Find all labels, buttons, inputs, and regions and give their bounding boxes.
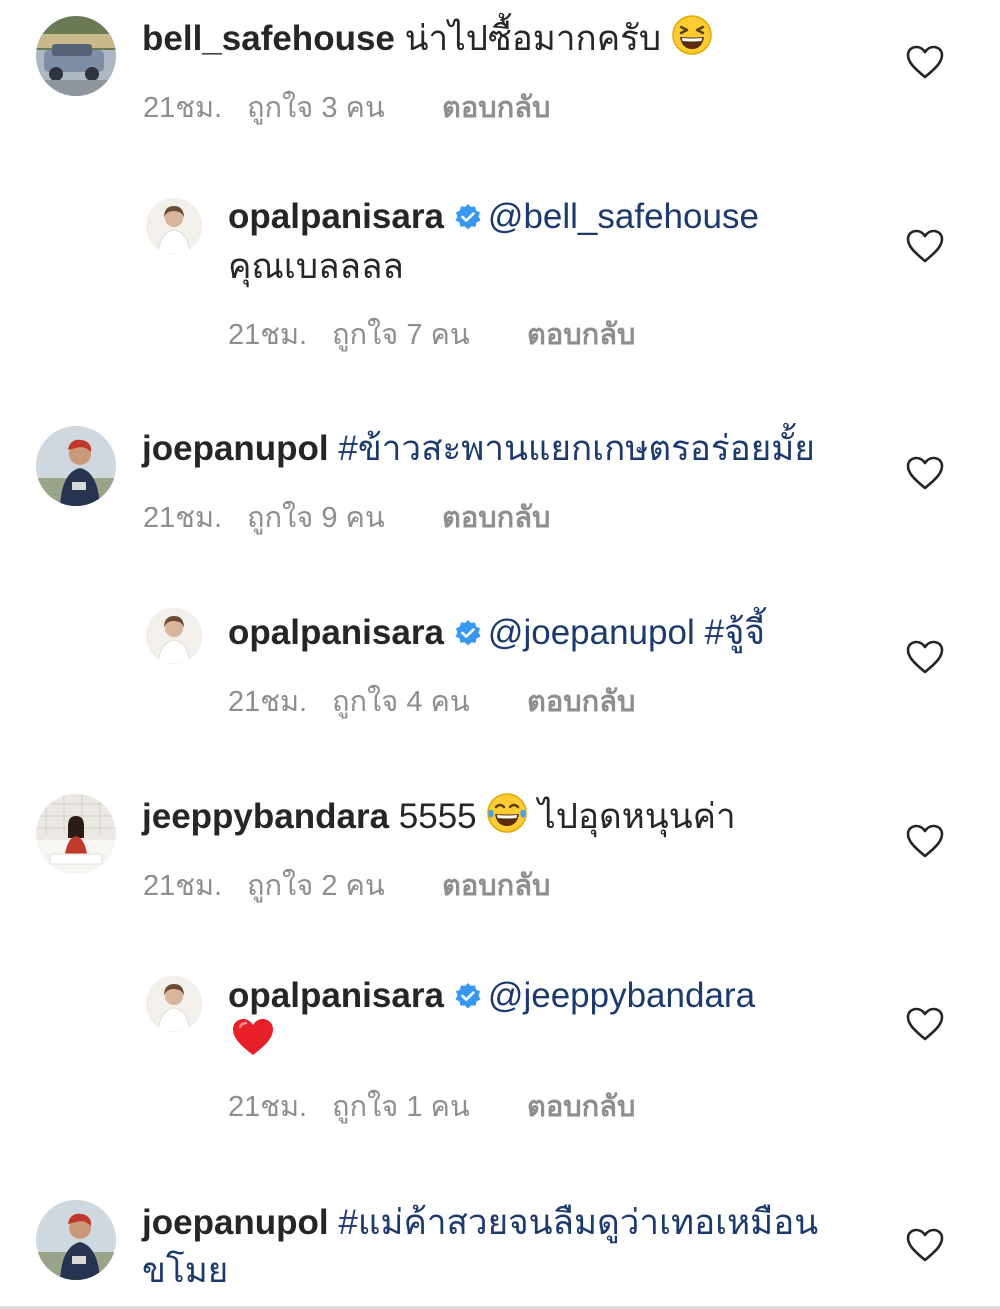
username-link[interactable]: opalpanisara	[228, 613, 444, 652]
grinning-squinting-face-icon	[672, 15, 712, 55]
comment-body: คุณเบลลลล	[228, 247, 404, 286]
heart-icon[interactable]	[906, 1228, 944, 1262]
avatar[interactable]	[36, 1200, 116, 1280]
avatar[interactable]	[146, 608, 202, 664]
comment-time: 21ชม.	[143, 92, 223, 124]
comment-body: น่าไปซื้อมากครับ	[404, 19, 662, 58]
like-count[interactable]: ถูกใจ 9 คน	[247, 494, 442, 540]
heart-icon[interactable]	[906, 1007, 944, 1041]
comment-meta: 21ชม. ถูกใจ 2 คน ตอบกลับ	[143, 862, 550, 908]
username-link[interactable]: jeeppybandara	[142, 797, 389, 836]
hashtag-link[interactable]: #แม่ค้าสวยจนลืมดูว่าเทอเหมือน	[338, 1203, 818, 1242]
like-count[interactable]: ถูกใจ 7 คน	[332, 311, 527, 357]
mention-link[interactable]: @bell_safehouse	[488, 197, 759, 236]
profile-photo-icon	[36, 1200, 116, 1280]
comment-meta: 21ชม. ถูกใจ 3 คน ตอบกลับ	[143, 84, 550, 130]
avatar[interactable]	[36, 16, 116, 96]
heart-icon[interactable]	[906, 824, 944, 858]
mention-link[interactable]: @jeeppybandara	[488, 976, 755, 1015]
like-count[interactable]: ถูกใจ 1 คน	[332, 1083, 527, 1129]
heart-icon[interactable]	[906, 229, 944, 263]
profile-photo-icon	[146, 976, 202, 1032]
comment-meta: 21ชม. ถูกใจ 1 คน ตอบกลับ	[228, 1083, 635, 1129]
reply-button[interactable]: ตอบกลับ	[527, 678, 635, 724]
red-heart-icon	[233, 1019, 273, 1055]
verified-badge-icon	[454, 982, 482, 1010]
comment-body-continued: ไปอุดหนุนค่า	[538, 797, 736, 836]
username-link[interactable]: opalpanisara	[228, 197, 444, 236]
reply-button[interactable]: ตอบกลับ	[442, 862, 550, 908]
like-count[interactable]: ถูกใจ 4 คน	[332, 678, 527, 724]
comment-text: opalpanisara @jeeppybandara	[228, 971, 755, 1021]
comment-time: 21ชม.	[228, 319, 308, 351]
verified-badge-icon	[454, 203, 482, 231]
heart-icon[interactable]	[906, 640, 944, 674]
username-link[interactable]: joepanupol	[142, 429, 329, 468]
username-link[interactable]: bell_safehouse	[142, 19, 395, 58]
heart-icon[interactable]	[906, 45, 944, 79]
comment-text: joepanupol #แม่ค้าสวยจนลืมดูว่าเทอเหมือน	[142, 1198, 818, 1248]
comment-time: 21ชม.	[143, 502, 223, 534]
reply-button[interactable]: ตอบกลับ	[527, 311, 635, 357]
username-link[interactable]: joepanupol	[142, 1203, 329, 1242]
like-count[interactable]: ถูกใจ 2 คน	[247, 862, 442, 908]
hashtag-link-continued[interactable]: ขโมย	[142, 1246, 228, 1296]
verified-badge-icon	[454, 619, 482, 647]
comment-text: joepanupol #ข้าวสะพานแยกเกษตรอร่อยมั้ย	[142, 424, 815, 474]
mention-link[interactable]: @joepanupol	[488, 613, 695, 652]
comment-body: 5555	[398, 797, 477, 836]
comment-text: bell_safehouse น่าไปซื้อมากครับ	[142, 14, 713, 64]
avatar[interactable]	[146, 976, 202, 1032]
profile-photo-icon	[36, 794, 116, 874]
avatar[interactable]	[36, 794, 116, 874]
reply-button[interactable]: ตอบกลับ	[442, 84, 550, 130]
profile-photo-icon	[36, 426, 116, 506]
profile-photo-icon	[146, 608, 202, 664]
comment-text: opalpanisara @bell_safehouse	[228, 192, 759, 242]
hashtag-link[interactable]: #ข้าวสะพานแยกเกษตรอร่อยมั้ย	[338, 429, 814, 468]
comment-time: 21ชม.	[143, 870, 223, 902]
username-link[interactable]: opalpanisara	[228, 976, 444, 1015]
hashtag-link[interactable]: #จู้จี้	[704, 613, 764, 652]
like-count[interactable]: ถูกใจ 3 คน	[247, 84, 442, 130]
comment-meta: 21ชม. ถูกใจ 7 คน ตอบกลับ	[228, 311, 635, 357]
avatar[interactable]	[146, 198, 202, 254]
comment-meta: 21ชม. ถูกใจ 4 คน ตอบกลับ	[228, 678, 635, 724]
profile-photo-icon	[146, 198, 202, 254]
reply-button[interactable]: ตอบกลับ	[527, 1083, 635, 1129]
avatar[interactable]	[36, 426, 116, 506]
comment-text: opalpanisara @joepanupol #จู้จี้	[228, 608, 765, 658]
face-with-tears-of-joy-icon	[487, 793, 528, 833]
reply-button[interactable]: ตอบกลับ	[442, 494, 550, 540]
car-photo-icon	[36, 16, 116, 96]
comment-text: jeeppybandara 5555 ไปอุดหนุนค่า	[142, 792, 736, 842]
comment-time: 21ชม.	[228, 686, 308, 718]
comment-time: 21ชม.	[228, 1091, 308, 1123]
heart-icon[interactable]	[906, 456, 944, 490]
comment-meta: 21ชม. ถูกใจ 9 คน ตอบกลับ	[143, 494, 550, 540]
